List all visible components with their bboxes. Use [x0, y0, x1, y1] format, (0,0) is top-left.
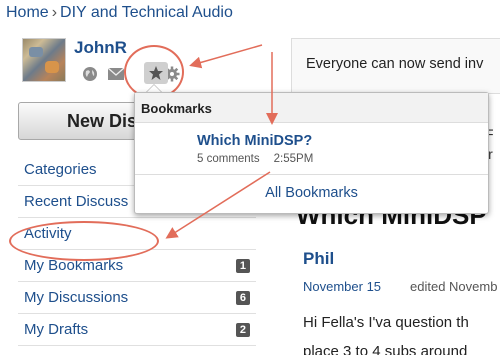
sidebar-item-label: My Discussions	[24, 289, 129, 306]
announcement-banner: Everyone can now send inv	[291, 38, 500, 94]
all-bookmarks-link[interactable]: All Bookmarks	[135, 175, 488, 201]
username-link[interactable]: JohnR	[74, 38, 127, 58]
count-badge: 1	[235, 258, 250, 273]
announcement-text: Everyone can now send inv	[306, 56, 484, 72]
popup-header: Bookmarks	[135, 93, 488, 123]
sidebar-item-label: Recent Discuss	[24, 193, 129, 210]
bookmark-title-link[interactable]: Which MiniDSP?	[197, 133, 488, 149]
breadcrumb-separator: ›	[51, 4, 58, 21]
post-date-link[interactable]: November 15	[303, 279, 381, 294]
sidebar-item-label: My Drafts	[24, 321, 89, 338]
bookmark-item[interactable]: Which MiniDSP? 5 comments 2:55PM	[135, 123, 488, 175]
bookmarks-popup: Bookmarks Which MiniDSP? 5 comments 2:55P…	[134, 92, 489, 214]
annotation-circle-bookmarks	[9, 221, 159, 261]
edited-note: edited Novemb	[410, 279, 498, 294]
breadcrumb: Home › DIY and Technical Audio	[6, 4, 233, 22]
sidebar-item-my-drafts[interactable]: My Drafts 2	[18, 314, 256, 346]
sidebar-item-label: Categories	[24, 161, 97, 178]
post-body-line: place 3 to 4 subs around	[303, 343, 468, 355]
globe-icon[interactable]	[80, 64, 100, 84]
bookmark-time: 2:55PM	[273, 153, 314, 165]
author-link[interactable]: Phil	[303, 249, 334, 269]
annotation-arrow	[189, 44, 263, 69]
envelope-icon[interactable]	[106, 64, 126, 84]
post-body-line: Hi Fella's I'va question th	[303, 314, 469, 331]
bookmark-meta: 5 comments 2:55PM	[197, 153, 488, 165]
bookmark-comments: 5 comments	[197, 153, 260, 165]
breadcrumb-home[interactable]: Home	[6, 4, 49, 21]
sidebar-item-my-discussions[interactable]: My Discussions 6	[18, 282, 256, 314]
count-badge: 2	[235, 322, 250, 337]
breadcrumb-category[interactable]: DIY and Technical Audio	[60, 4, 233, 21]
avatar[interactable]	[22, 38, 66, 82]
count-badge: 6	[235, 290, 250, 305]
new-discussion-label: New Dis	[67, 111, 138, 131]
